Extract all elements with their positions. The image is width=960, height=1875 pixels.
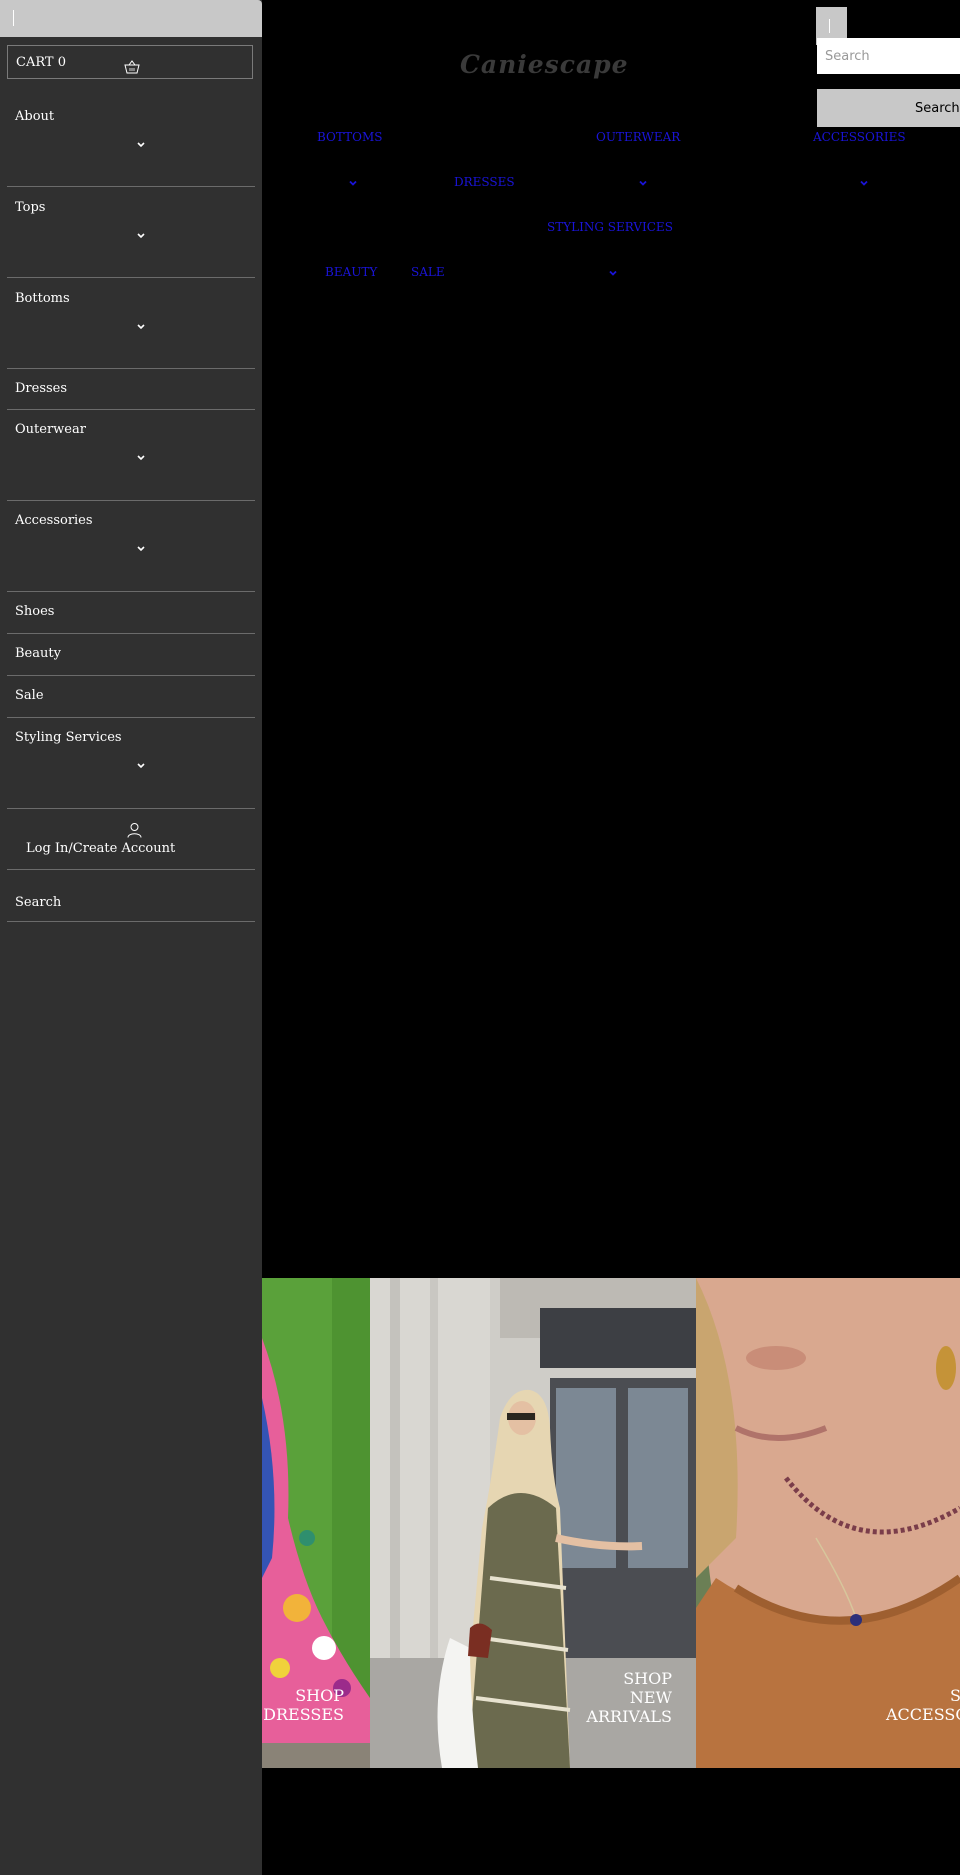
chevron-down-icon[interactable]: [348, 180, 358, 187]
chevron-down-icon[interactable]: [135, 762, 147, 770]
chevron-down-icon[interactable]: [135, 323, 147, 331]
nav-link-dresses[interactable]: Dresses: [454, 175, 515, 189]
drawer-item-tops[interactable]: Tops: [7, 186, 255, 278]
drawer-item-label: Sale: [15, 688, 44, 703]
drawer-search-link[interactable]: Search: [15, 895, 61, 910]
drawer-item-label: About: [15, 109, 55, 124]
drawer-item-label: Dresses: [15, 381, 68, 396]
shop-new-arrivals-label: Shop New Arrivals: [586, 1669, 672, 1726]
drawer-item-styling-services[interactable]: Styling Services: [7, 717, 255, 809]
basket-icon: [124, 60, 140, 74]
drawer-item-label: Styling Services: [15, 730, 122, 745]
site-logo[interactable]: Caniescape: [460, 50, 629, 79]
close-icon[interactable]: [13, 10, 14, 26]
shop-accessories-label: Shop Accessories: [886, 1686, 960, 1724]
divider: [7, 869, 255, 870]
drawer-item-accessories[interactable]: Accessories: [7, 500, 255, 592]
shop-dresses-tile[interactable]: Shop Dresses: [262, 1278, 370, 1768]
drawer-item-dresses[interactable]: Dresses: [7, 368, 255, 410]
drawer-close-bar[interactable]: [0, 0, 262, 37]
cart-label: CART 0: [16, 55, 66, 70]
cart-count: 0: [57, 55, 66, 70]
nav-link-styling-services[interactable]: Styling Services: [547, 220, 673, 234]
drawer-item-label: Bottoms: [15, 291, 70, 306]
nav-link-outerwear[interactable]: Outerwear: [596, 130, 680, 144]
drawer-item-label: Accessories: [15, 513, 93, 528]
shop-new-arrivals-tile[interactable]: Shop New Arrivals: [370, 1278, 696, 1768]
drawer-item-outerwear[interactable]: Outerwear: [7, 409, 255, 501]
cart-button[interactable]: CART 0: [7, 45, 253, 79]
drawer-item-bottoms[interactable]: Bottoms: [7, 277, 255, 369]
shop-dresses-label: Shop Dresses: [263, 1686, 344, 1724]
chevron-down-icon[interactable]: [608, 270, 618, 277]
nav-link-accessories[interactable]: Accessories: [813, 130, 906, 144]
close-icon[interactable]: [829, 19, 830, 33]
user-icon[interactable]: [127, 822, 142, 838]
category-banner: Shop Dresses Shop New: [262, 1278, 960, 1768]
drawer-item-label: Shoes: [15, 604, 55, 619]
chevron-down-icon[interactable]: [135, 545, 147, 553]
drawer-item-about[interactable]: About: [7, 95, 255, 187]
nav-link-sale[interactable]: Sale: [411, 265, 445, 279]
chevron-down-icon[interactable]: [135, 454, 147, 462]
drawer-item-beauty[interactable]: Beauty: [7, 633, 255, 676]
search-button[interactable]: Search: [817, 89, 960, 127]
chevron-down-icon[interactable]: [859, 180, 869, 187]
drawer-item-label: Outerwear: [15, 422, 86, 437]
drawer-item-sale[interactable]: Sale: [7, 675, 255, 718]
chevron-down-icon[interactable]: [135, 141, 147, 149]
drawer-item-label: Tops: [15, 200, 46, 215]
chevron-down-icon[interactable]: [135, 232, 147, 240]
drawer-item-shoes[interactable]: Shoes: [7, 591, 255, 634]
search-input[interactable]: [817, 38, 960, 74]
nav-link-bottoms[interactable]: Bottoms: [317, 130, 382, 144]
login-create-account-link[interactable]: Log In/Create Account: [26, 841, 175, 856]
shop-accessories-tile[interactable]: Shop Accessories: [696, 1278, 960, 1768]
chevron-down-icon[interactable]: [638, 180, 648, 187]
divider: [7, 921, 255, 922]
nav-link-beauty[interactable]: Beauty: [325, 265, 377, 279]
drawer-item-label: Beauty: [15, 646, 61, 661]
side-drawer: CART 0 About Tops Bottoms Dresses Outerw…: [0, 0, 262, 1875]
